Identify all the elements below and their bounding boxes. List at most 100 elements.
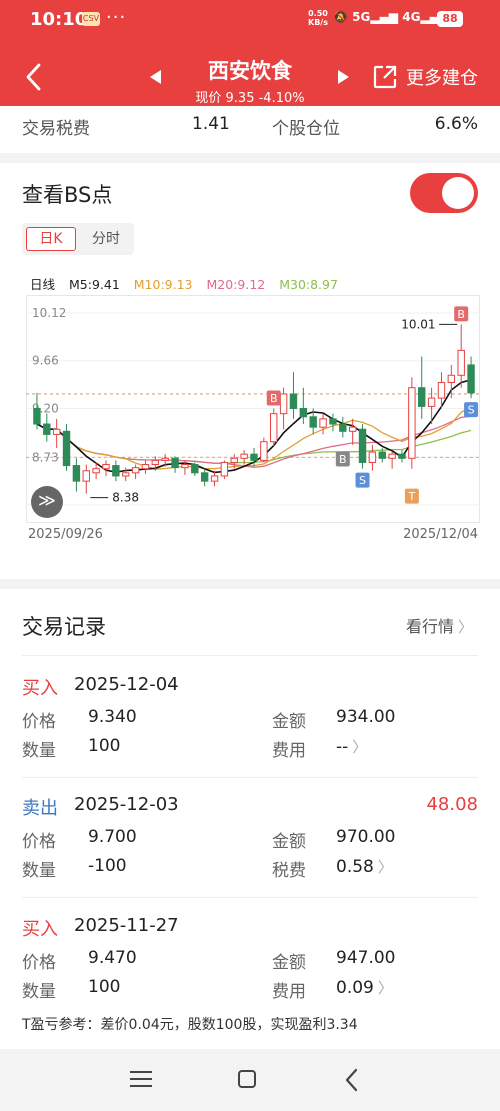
price-label: 价格 xyxy=(22,712,56,732)
candle-body xyxy=(289,393,298,409)
more-notifications-icon: ··· xyxy=(106,7,127,28)
bs-points-card: 查看BS点 日K 分时 日线 M5:9.41 M10:9.13 M20:9.12… xyxy=(0,163,500,579)
next-stock-button[interactable] xyxy=(338,70,349,84)
candle-body xyxy=(82,470,90,482)
divider xyxy=(22,897,478,898)
y-tick-label: 9.66 xyxy=(32,354,59,368)
candle-body xyxy=(368,451,377,463)
trade-type: 卖出 xyxy=(22,798,58,819)
net-speed: 0.50 KB/s xyxy=(308,9,328,27)
qty-label: 数量 xyxy=(22,741,56,761)
legend-ma30: M30:8.97 xyxy=(279,277,338,292)
trades-title: 交易记录 xyxy=(22,615,106,639)
legend-kline: 日线 xyxy=(30,277,56,292)
trade-price: 9.700 xyxy=(88,827,137,847)
candle-body xyxy=(447,374,456,384)
stock-name: 西安饮食 xyxy=(208,59,292,83)
price-label: 价格 xyxy=(22,953,56,973)
tab-daily-k[interactable]: 日K xyxy=(26,227,76,251)
candle-body xyxy=(250,453,258,461)
chevron-right-icon: 〉 xyxy=(458,618,474,636)
qty-label: 数量 xyxy=(22,861,56,881)
battery-icon: 88 xyxy=(437,11,463,27)
qty-label: 数量 xyxy=(22,982,56,1002)
view-quote-link[interactable]: 看行情〉 xyxy=(406,613,473,637)
legend-ma20: M20:9.12 xyxy=(206,277,266,292)
amount-label: 金额 xyxy=(272,953,306,973)
candle-body xyxy=(319,418,327,428)
bs-points-toggle[interactable] xyxy=(410,173,478,213)
trade-fee[interactable]: 0.09 〉 xyxy=(336,977,393,998)
legend-ma10: M10:9.13 xyxy=(133,277,193,292)
trade-fee[interactable]: 0.58 〉 xyxy=(336,856,393,877)
chevron-right-icon: 〉 xyxy=(377,979,393,997)
candle-body xyxy=(161,457,169,461)
divider xyxy=(22,655,478,656)
candle-body xyxy=(210,475,219,482)
y-tick-label: 10.12 xyxy=(32,306,66,320)
candle-body xyxy=(270,413,278,443)
divider xyxy=(22,777,478,778)
bs-marker-label: B xyxy=(339,453,347,466)
candle-body xyxy=(299,407,308,418)
candle-body xyxy=(348,426,357,432)
toggle-knob xyxy=(442,177,474,209)
chart-start-date: 2025/09/26 xyxy=(28,527,103,542)
trade-record[interactable]: 买入 2025-12-04 价格 9.340 金额 934.00 数量 100 … xyxy=(0,659,500,777)
more-build-position-label: 更多建仓 xyxy=(406,68,478,89)
candle-body xyxy=(309,416,317,428)
amount-label: 金额 xyxy=(272,832,306,852)
candle-body xyxy=(131,467,140,474)
candle-body xyxy=(437,382,446,399)
tax-summary-row: 交易税费 1.41 个股仓位 6.6% xyxy=(0,106,500,153)
trade-price: 9.340 xyxy=(88,707,137,727)
trade-qty: 100 xyxy=(88,977,121,997)
trade-fee-value: 0.09 xyxy=(336,978,374,998)
trade-fee[interactable]: -- 〉 xyxy=(336,736,367,757)
t-profit-note: T盈亏参考：差价0.04元，股数100股，实现盈利3.34 xyxy=(22,1017,358,1033)
candle-body xyxy=(62,430,71,467)
trade-amount: 947.00 xyxy=(336,948,396,968)
trade-record[interactable]: 卖出 2025-12-03 48.08 价格 9.700 金额 970.00 数… xyxy=(0,779,500,897)
candle-body xyxy=(122,472,130,477)
chevron-right-icon: 〉 xyxy=(377,858,393,876)
trade-record[interactable]: 买入 2025-11-27 价格 9.470 金额 947.00 数量 100 … xyxy=(0,900,500,1018)
amount-label: 金额 xyxy=(272,712,306,732)
kline-chart[interactable]: 10.129.669.208.738.2710.018.38BBSTBS xyxy=(26,295,480,523)
candle-body xyxy=(408,387,416,459)
expand-chart-button[interactable]: ≫ xyxy=(31,486,63,518)
more-build-position-button[interactable]: 更多建仓 xyxy=(372,62,478,92)
candle-body xyxy=(358,428,367,463)
bs-marker-label: S xyxy=(468,404,475,417)
menu-icon[interactable] xyxy=(130,1071,152,1089)
chart-end-date: 2025/12/04 xyxy=(403,527,478,542)
bs-marker-label: B xyxy=(270,392,278,405)
candle-body xyxy=(329,418,337,425)
system-back-icon[interactable] xyxy=(344,1067,360,1093)
bs-marker-label: S xyxy=(359,474,366,487)
candle-body xyxy=(240,453,248,459)
app-header: 10:10 CSV ··· 0.50 KB/s 🔕 5G▂▄▆ 4G▂▄▆ ◠ … xyxy=(0,0,500,106)
bs-marker-label: B xyxy=(457,308,465,321)
candle-body xyxy=(112,465,120,477)
status-bar: 10:10 CSV ··· 0.50 KB/s 🔕 5G▂▄▆ 4G▂▄▆ ◠ … xyxy=(0,0,500,40)
ma-legend: 日线 M5:9.41 M10:9.13 M20:9.12 M30:8.97 xyxy=(30,274,348,293)
prev-stock-button[interactable] xyxy=(150,70,161,84)
back-chevron-icon xyxy=(26,63,41,91)
net-speed-unit: KB/s xyxy=(308,18,328,27)
back-button[interactable] xyxy=(24,62,44,92)
bs-marker-label: T xyxy=(407,490,415,503)
status-time: 10:10 xyxy=(30,9,88,30)
trade-fee-value: 0.58 xyxy=(336,857,374,877)
bs-section-title: 查看BS点 xyxy=(22,183,113,207)
candle-body xyxy=(43,423,51,435)
position-value: 6.6% xyxy=(434,114,478,134)
home-icon[interactable] xyxy=(238,1070,256,1088)
mute-icon: 🔕 xyxy=(333,10,348,24)
candle-body xyxy=(378,451,386,459)
trade-date: 2025-11-27 xyxy=(74,915,179,936)
trade-date: 2025-12-04 xyxy=(74,674,179,695)
app-notification-icon: CSV xyxy=(82,12,100,26)
tab-intraday[interactable]: 分时 xyxy=(82,227,130,251)
high-price-label: 10.01 xyxy=(401,317,435,331)
